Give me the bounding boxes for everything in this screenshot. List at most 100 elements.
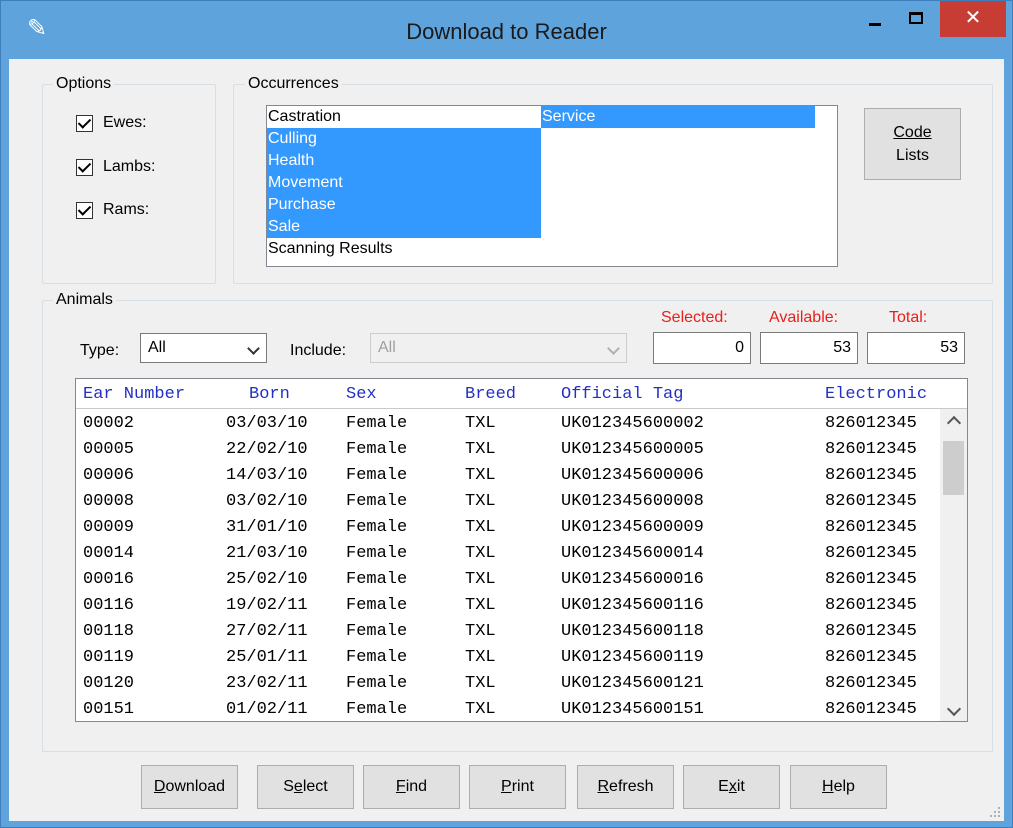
- cell-ear-number: 00118: [83, 622, 135, 641]
- maximize-button[interactable]: [893, 1, 939, 37]
- table-row[interactable]: 00118 27/02/11 Female TXL UK012345600118 8260…: [76, 620, 940, 646]
- table-row[interactable]: 00002 03/03/10 Female TXL UK012345600002 8260…: [76, 412, 940, 438]
- chevron-down-icon: [607, 342, 620, 355]
- occurrence-purchase[interactable]: Purchase: [267, 194, 541, 216]
- column-header-ear-number[interactable]: Ear Number: [83, 385, 185, 404]
- total-count-label: Total:: [889, 309, 928, 326]
- cell-sex: Female: [346, 414, 408, 433]
- cell-electronic: 826012345: [825, 492, 917, 511]
- minimize-icon: [869, 23, 881, 26]
- cell-electronic: 826012345: [825, 570, 917, 589]
- occurrence-health[interactable]: Health: [267, 150, 541, 172]
- lambs-checkbox[interactable]: [76, 158, 93, 176]
- cell-sex: Female: [346, 674, 408, 693]
- occurrences-listbox[interactable]: Castration Culling Health Movement Purch…: [266, 105, 838, 267]
- table-row[interactable]: 00120 23/02/11 Female TXL UK012345600121 8260…: [76, 672, 940, 698]
- help-label-key: H: [822, 778, 834, 795]
- cell-official-tag: UK012345600014: [561, 544, 704, 563]
- close-icon: ✕: [964, 7, 982, 29]
- cell-born: 19/02/11: [226, 596, 308, 615]
- rams-checkbox[interactable]: [76, 201, 93, 219]
- exit-label-post: it: [736, 778, 745, 795]
- vertical-scrollbar[interactable]: [940, 409, 967, 721]
- cell-official-tag: UK012345600151: [561, 700, 704, 719]
- code-lists-button[interactable]: Code Lists: [864, 108, 961, 180]
- occurrence-sale[interactable]: Sale: [267, 216, 541, 238]
- cell-electronic: 826012345: [825, 544, 917, 563]
- ewes-checkbox-row[interactable]: Ewes:: [76, 112, 147, 134]
- print-button[interactable]: Print: [469, 765, 566, 809]
- cell-ear-number: 00119: [83, 648, 135, 667]
- table-row[interactable]: 00116 19/02/11 Female TXL UK012345600116 8260…: [76, 594, 940, 620]
- refresh-button[interactable]: Refresh: [577, 765, 674, 809]
- type-label: Type:: [80, 342, 120, 359]
- cell-electronic: 826012345: [825, 648, 917, 667]
- download-button[interactable]: Download: [141, 765, 238, 809]
- cell-electronic: 826012345: [825, 674, 917, 693]
- table-row[interactable]: 00016 25/02/10 Female TXL UK012345600016 8260…: [76, 568, 940, 594]
- minimize-button[interactable]: [851, 1, 897, 37]
- refresh-label-key: R: [597, 778, 610, 795]
- column-header-born[interactable]: Born: [249, 385, 290, 404]
- table-row[interactable]: 00014 21/03/10 Female TXL UK012345600014 8260…: [76, 542, 940, 568]
- lambs-checkbox-row[interactable]: Lambs:: [76, 156, 155, 178]
- occurrence-culling[interactable]: Culling: [267, 128, 541, 150]
- table-row[interactable]: 00005 22/02/10 Female TXL UK012345600005 8260…: [76, 438, 940, 464]
- help-button[interactable]: Help: [790, 765, 887, 809]
- occurrence-scanning-results[interactable]: Scanning Results: [267, 238, 541, 260]
- cell-official-tag: UK012345600119: [561, 648, 704, 667]
- cell-ear-number: 00014: [83, 544, 135, 563]
- cell-born: 03/02/10: [226, 492, 308, 511]
- download-to-reader-window: ✎ Download to Reader ✕ Options Ewes: Lam…: [0, 0, 1013, 828]
- include-dropdown[interactable]: All: [370, 333, 627, 363]
- exit-button[interactable]: Exit: [683, 765, 780, 809]
- cell-electronic: 826012345: [825, 518, 917, 537]
- close-button[interactable]: ✕: [940, 1, 1006, 37]
- cell-ear-number: 00151: [83, 700, 135, 719]
- code-lists-label-line2: Lists: [896, 147, 929, 164]
- ewes-checkbox[interactable]: [76, 114, 93, 132]
- table-row[interactable]: 00008 03/02/10 Female TXL UK012345600008 8260…: [76, 490, 940, 516]
- cell-sex: Female: [346, 544, 408, 563]
- print-label-key: P: [501, 778, 512, 795]
- animals-grid[interactable]: Ear Number Born Sex Breed Official Tag E…: [75, 378, 968, 722]
- type-dropdown[interactable]: All: [140, 333, 267, 363]
- cell-breed: TXL: [465, 700, 496, 719]
- column-header-official-tag[interactable]: Official Tag: [561, 385, 683, 404]
- select-label-post: lect: [302, 778, 328, 795]
- rams-checkbox-row[interactable]: Rams:: [76, 199, 149, 221]
- title-bar[interactable]: ✎ Download to Reader ✕: [1, 1, 1012, 59]
- scroll-thumb[interactable]: [943, 441, 964, 495]
- select-button[interactable]: Select: [257, 765, 354, 809]
- select-label-pre: S: [283, 778, 294, 795]
- cell-ear-number: 00005: [83, 440, 135, 459]
- occurrence-castration[interactable]: Castration: [267, 106, 541, 128]
- occurrence-service[interactable]: Service: [541, 106, 815, 128]
- column-header-electronic[interactable]: Electronic: [825, 385, 927, 404]
- cell-sex: Female: [346, 518, 408, 537]
- table-row[interactable]: 00006 14/03/10 Female TXL UK012345600006 8260…: [76, 464, 940, 490]
- table-row[interactable]: 00151 01/02/11 Female TXL UK012345600151 8260…: [76, 698, 940, 721]
- column-header-sex[interactable]: Sex: [346, 385, 377, 404]
- find-label-key: F: [395, 778, 406, 795]
- occurrence-movement[interactable]: Movement: [267, 172, 541, 194]
- cell-breed: TXL: [465, 544, 496, 563]
- cell-sex: Female: [346, 700, 408, 719]
- lambs-label: Lambs:: [103, 158, 156, 175]
- select-label-key: e: [293, 778, 303, 795]
- table-row[interactable]: 00009 31/01/10 Female TXL UK012345600009 8260…: [76, 516, 940, 542]
- rams-label: Rams:: [103, 201, 150, 218]
- table-row[interactable]: 00119 25/01/11 Female TXL UK012345600119 8260…: [76, 646, 940, 672]
- scroll-up-icon[interactable]: [940, 409, 967, 431]
- cell-ear-number: 00008: [83, 492, 135, 511]
- grid-body: 00002 03/03/10 Female TXL UK012345600002 8260…: [76, 412, 940, 721]
- type-dropdown-value: All: [148, 339, 166, 356]
- resize-grip-icon[interactable]: [988, 805, 1000, 817]
- find-button[interactable]: Find: [363, 765, 460, 809]
- scroll-down-icon[interactable]: [940, 700, 967, 721]
- cell-sex: Female: [346, 440, 408, 459]
- cell-ear-number: 00120: [83, 674, 135, 693]
- column-header-breed[interactable]: Breed: [465, 385, 516, 404]
- cell-born: 01/02/11: [226, 700, 308, 719]
- cell-ear-number: 00002: [83, 414, 135, 433]
